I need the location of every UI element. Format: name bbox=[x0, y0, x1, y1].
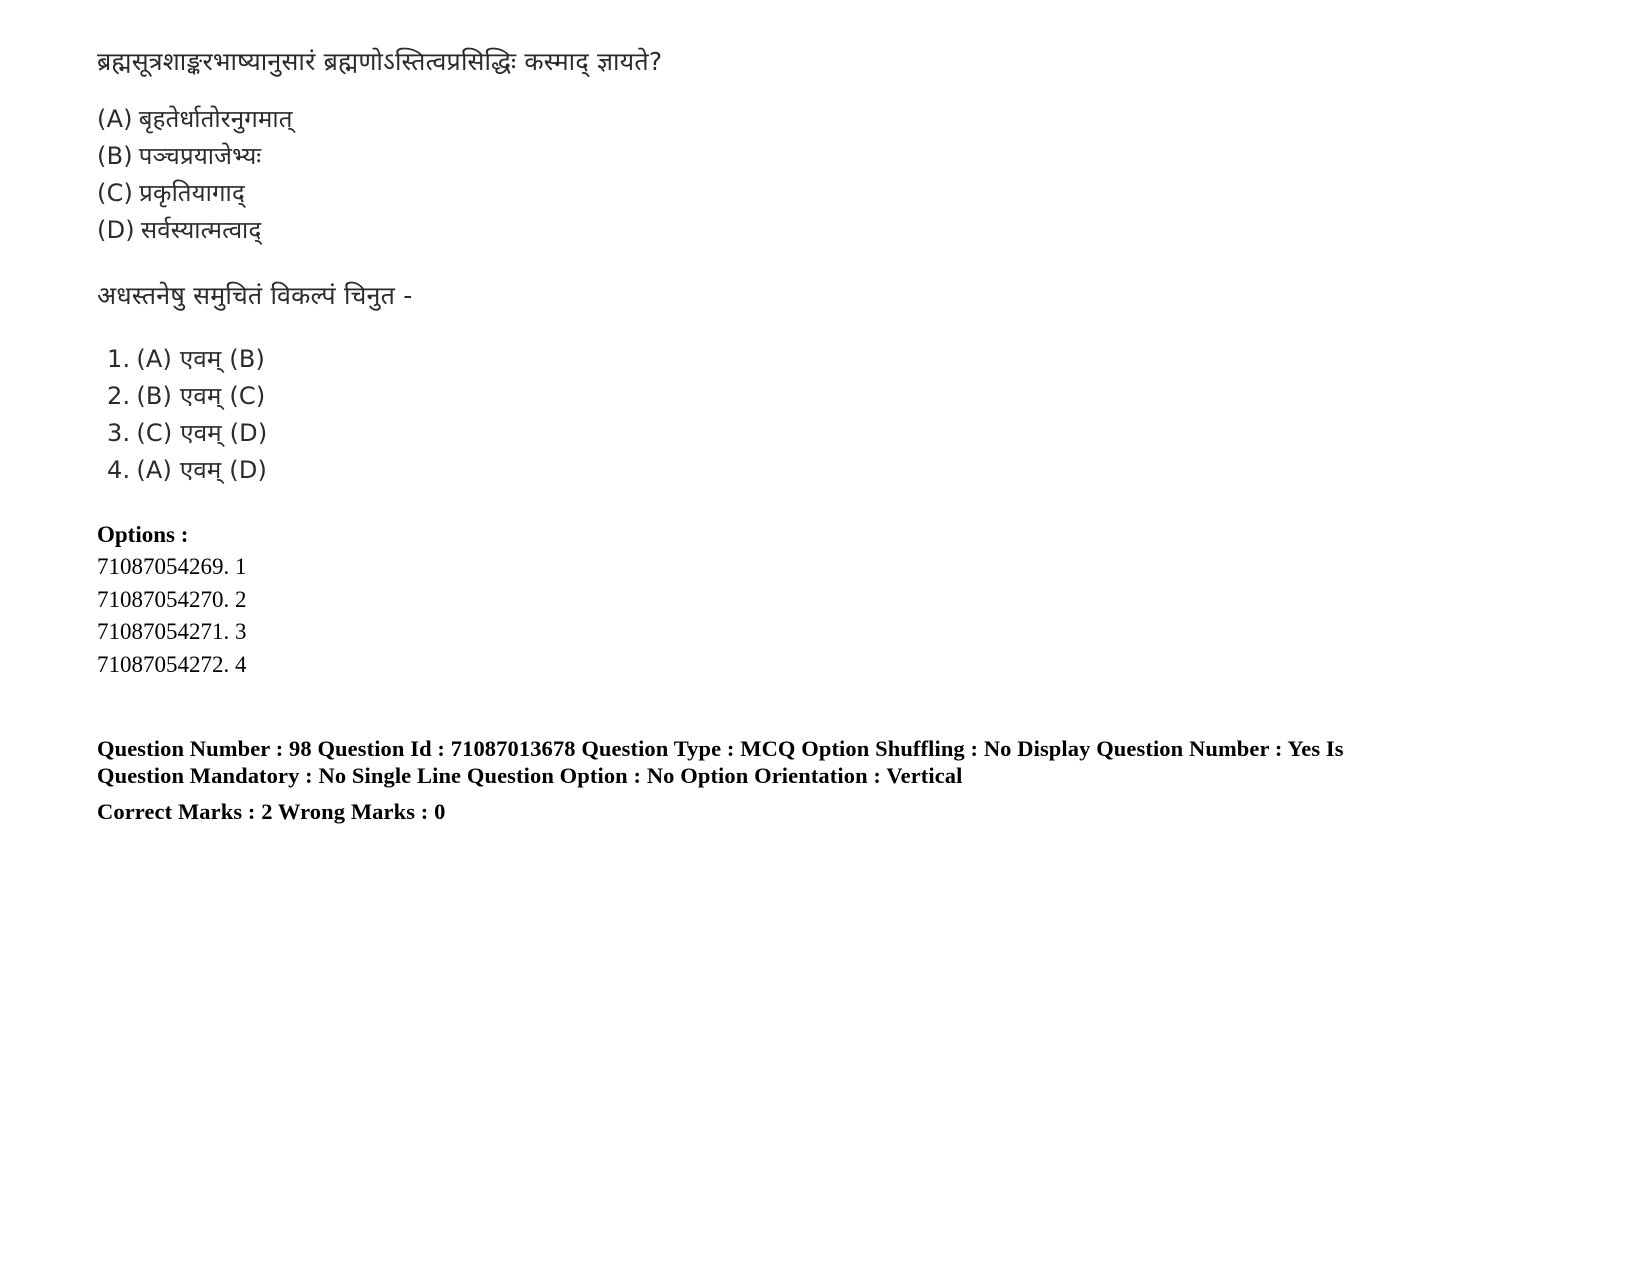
metadata-attributes-line: Question Number : 98 Question Id : 71087… bbox=[97, 736, 1344, 788]
choice-text-d: सर्वस्यात्मत्वाद् bbox=[140, 216, 262, 244]
answer-option-number-1: 1. bbox=[107, 345, 131, 373]
instruction-line: अधस्तनेषु समुचितं विकल्पं चिनुत - bbox=[97, 281, 413, 310]
option-value-3: 3 bbox=[235, 619, 247, 644]
answer-option-list: 1. (A) एवम् (B) 2. (B) एवम् (C) 3. (C) ए… bbox=[97, 341, 1537, 489]
answer-option-1: 1. (A) एवम् (B) bbox=[107, 341, 1537, 378]
choice-text-c: प्रकृतियागाद् bbox=[139, 179, 245, 207]
answer-option-number-4: 4. bbox=[107, 456, 131, 484]
option-id-list: 71087054269. 1 71087054270. 2 7108705427… bbox=[97, 551, 1537, 681]
choice-text-a: बृहतेर्धातोरनुगमात् bbox=[138, 105, 293, 133]
option-id-3: 71087054271. bbox=[97, 619, 230, 644]
choice-label-d: (D) bbox=[97, 216, 135, 244]
option-id-4: 71087054272. bbox=[97, 651, 230, 677]
option-id-row: 71087054272. 4 bbox=[97, 649, 1537, 682]
answer-option-2: 2. (B) एवम् (C) bbox=[107, 378, 1537, 415]
choice-item-b: (B) पञ्चप्रयाजेभ्यः bbox=[97, 138, 1537, 175]
option-id-2: 71087054270. bbox=[97, 586, 230, 612]
question-stem: ब्रह्मसूत्रशाङ्करभाष्यानुसारं ब्रह्मणोऽस… bbox=[97, 47, 663, 76]
answer-option-4: 4. (A) एवम् (D) bbox=[107, 452, 1537, 489]
question-content: ब्रह्मसूत्रशाङ्करभाष्यानुसारं ब्रह्मणोऽस… bbox=[97, 45, 1537, 825]
choice-label-b: (B) bbox=[97, 142, 133, 170]
answer-option-3: 3. (C) एवम् (D) bbox=[107, 415, 1537, 452]
option-value-4: 4 bbox=[235, 651, 247, 677]
answer-option-text-2: (B) एवम् (C) bbox=[136, 382, 266, 410]
answer-option-text-3: (C) एवम् (D) bbox=[136, 419, 268, 447]
option-id-row: 71087054269. 1 bbox=[97, 551, 1537, 584]
option-value-1: 1 bbox=[235, 554, 247, 579]
question-metadata: Question Number : 98 Question Id : 71087… bbox=[97, 735, 1537, 825]
option-id-row: 71087054270. 2 bbox=[97, 584, 1537, 617]
choice-item-c: (C) प्रकृतियागाद् bbox=[97, 175, 1537, 212]
document-page: ब्रह्मसूत्रशाङ्करभाष्यानुसारं ब्रह्मणोऽस… bbox=[0, 0, 1650, 1275]
choice-list: (A) बृहतेर्धातोरनुगमात् (B) पञ्चप्रयाजेभ… bbox=[97, 101, 1537, 249]
option-id-row: 71087054271. 3 bbox=[97, 616, 1537, 649]
options-heading: Options : bbox=[97, 522, 189, 547]
choice-label-c: (C) bbox=[97, 179, 134, 207]
answer-option-number-2: 2. bbox=[107, 382, 131, 410]
answer-option-text-1: (A) एवम् (B) bbox=[136, 345, 266, 373]
option-id-1: 71087054269. bbox=[97, 554, 230, 579]
choice-item-d: (D) सर्वस्यात्मत्वाद् bbox=[97, 212, 1537, 249]
option-value-2: 2 bbox=[235, 586, 247, 612]
choice-label-a: (A) bbox=[97, 105, 133, 133]
answer-option-text-4: (A) एवम् (D) bbox=[136, 456, 268, 484]
choice-text-b: पञ्चप्रयाजेभ्यः bbox=[138, 142, 262, 170]
metadata-marks-line: Correct Marks : 2 Wrong Marks : 0 bbox=[97, 799, 446, 824]
choice-item-a: (A) बृहतेर्धातोरनुगमात् bbox=[97, 101, 1537, 138]
answer-option-number-3: 3. bbox=[107, 419, 131, 447]
